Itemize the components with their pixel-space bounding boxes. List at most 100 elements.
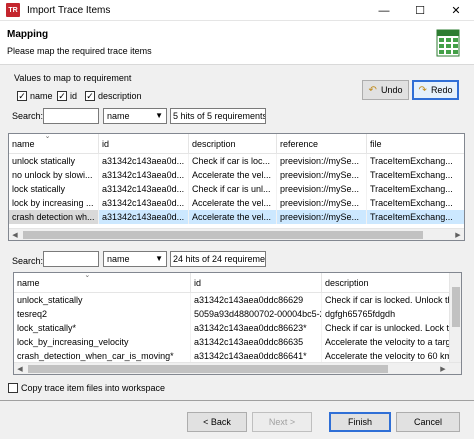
cell-reference: preevision://mySe... (277, 196, 367, 210)
cell-name: crash_detection_when_car_is_moving* (14, 349, 191, 363)
cell-name: unlock statically (9, 154, 99, 168)
table2-vertical-scrollbar[interactable] (449, 273, 461, 362)
footer-separator (0, 400, 474, 401)
spreadsheet-icon (436, 29, 460, 57)
search-input[interactable] (43, 108, 99, 124)
cell-description: Check if car is loc... (189, 154, 277, 168)
cell-reference: preevision://mySe... (277, 210, 367, 224)
cell-file: TraceItemExchang... (367, 168, 464, 182)
cell-file: TraceItemExchang... (367, 154, 464, 168)
column-header-description[interactable]: description (189, 134, 277, 154)
window-controls: — ☐ ✕ (366, 0, 474, 21)
cell-name: lock by increasing ... (9, 196, 99, 210)
description-checkbox-label: description (98, 91, 142, 101)
table-row[interactable]: lock_statically* a31342c143aea0ddc86623*… (14, 321, 451, 335)
table-row[interactable]: lock statically a31342c143aea0d... Check… (9, 182, 464, 196)
cell-id: a31342c143aea0d... (99, 154, 189, 168)
search-field-select[interactable]: name ▼ (103, 108, 167, 124)
copy-files-checkbox[interactable]: Copy trace item files into workspace (8, 383, 165, 393)
cell-name: lock_by_increasing_velocity (14, 335, 191, 349)
minimize-button[interactable]: — (366, 0, 402, 21)
undo-label: Undo (380, 85, 403, 95)
cell-id: a31342c143aea0ddc86635 (191, 335, 322, 349)
table-row[interactable]: no unlock by slowi... a31342c143aea0d...… (9, 168, 464, 182)
description-checkbox[interactable]: ✓ description (85, 91, 142, 101)
column-header-description[interactable]: description (322, 273, 451, 293)
table-body: unlock statically a31342c143aea0d... Che… (9, 154, 464, 224)
close-button[interactable]: ✕ (438, 0, 474, 21)
search-field-value-2: name (107, 254, 130, 264)
cell-description: Accelerate the velocity to a targe (322, 335, 451, 349)
column-header-reference[interactable]: reference (277, 134, 367, 154)
redo-icon: ↷ (418, 84, 427, 96)
cell-description: Accelerate the vel... (189, 196, 277, 210)
scroll-right-icon[interactable]: ▶ (452, 229, 464, 240)
check-icon: ✓ (57, 90, 67, 101)
scrollbar-thumb[interactable] (23, 231, 423, 239)
id-checkbox-label: id (70, 91, 78, 101)
chevron-down-icon: ▼ (155, 111, 163, 120)
column-header-file[interactable]: file (367, 134, 464, 154)
window-title: Import Trace Items (27, 4, 111, 16)
next-button[interactable]: Next > (252, 412, 312, 432)
search-hits-2: 24 hits of 24 requiremer (170, 251, 266, 267)
checkbox-box (8, 383, 18, 393)
wizard-header: Mapping Please map the required trace it… (0, 21, 474, 65)
scrollbar-thumb[interactable] (452, 287, 460, 327)
cell-id: a31342c143aea0d... (99, 168, 189, 182)
search-label-2: Search: (12, 256, 44, 266)
cell-description: Check if car is unlocked. Lock th (322, 321, 451, 335)
cell-reference: preevision://mySe... (277, 154, 367, 168)
search-field-value: name (107, 111, 130, 121)
cell-id: a31342c143aea0ddc86629 (191, 293, 322, 307)
search-field-select-2[interactable]: name ▼ (103, 251, 167, 267)
id-checkbox[interactable]: ✓ id (57, 91, 77, 101)
cell-description: Accelerate the vel... (189, 210, 277, 224)
page-title: Mapping (7, 29, 49, 40)
table-row-selected[interactable]: crash detection wh... a31342c143aea0d...… (9, 210, 464, 224)
cell-id: a31342c143aea0d... (99, 182, 189, 196)
table-row[interactable]: lock by increasing ... a31342c143aea0d..… (9, 196, 464, 210)
cell-reference: preevision://mySe... (277, 168, 367, 182)
cell-name: lock_statically* (14, 321, 191, 335)
cell-file: TraceItemExchang... (367, 196, 464, 210)
name-checkbox-label: name (30, 91, 53, 101)
table-row[interactable]: unlock_statically a31342c143aea0ddc86629… (14, 293, 451, 307)
title-bar: TR Import Trace Items — ☐ ✕ (0, 0, 474, 21)
trace-items-table[interactable]: ⌄ name id description reference file unlo… (8, 133, 465, 241)
cell-description: Accelerate the vel... (189, 168, 277, 182)
redo-button[interactable]: ↷ Redo (412, 80, 459, 100)
table-row[interactable]: unlock statically a31342c143aea0d... Che… (9, 154, 464, 168)
scroll-left-icon[interactable]: ◀ (14, 363, 26, 374)
requirements-table[interactable]: ⌄ name id description unlock_statically a… (13, 272, 462, 375)
column-header-id[interactable]: id (99, 134, 189, 154)
table-row[interactable]: tesreq2 5059a93d48800702-00004bc5-2 dgfg… (14, 307, 451, 321)
column-header-name[interactable]: ⌄ name (14, 273, 191, 293)
table-row[interactable]: lock_by_increasing_velocity a31342c143ae… (14, 335, 451, 349)
search-label: Search: (12, 111, 44, 121)
table2-horizontal-scrollbar[interactable]: ◀ ▶ (14, 362, 461, 374)
cell-id: a31342c143aea0d... (99, 196, 189, 210)
column-header-id[interactable]: id (191, 273, 322, 293)
maximize-button[interactable]: ☐ (402, 0, 438, 21)
cell-description: dgfgh65765fdgdh (322, 307, 451, 321)
page-subtitle: Please map the required trace items (7, 46, 152, 56)
table-row[interactable]: crash_detection_when_car_is_moving* a313… (14, 349, 451, 363)
cancel-button[interactable]: Cancel (396, 412, 460, 432)
column-header-name[interactable]: ⌄ name (9, 134, 99, 154)
back-button[interactable]: < Back (187, 412, 247, 432)
finish-button[interactable]: Finish (329, 412, 391, 432)
scroll-left-icon[interactable]: ◀ (9, 229, 21, 240)
sort-icon: ⌄ (84, 273, 91, 279)
undo-button[interactable]: ↶ Undo (362, 80, 409, 100)
cell-id: 5059a93d48800702-00004bc5-2 (191, 307, 322, 321)
search-input-2[interactable] (43, 251, 99, 267)
table1-horizontal-scrollbar[interactable]: ◀ ▶ (9, 228, 464, 240)
name-checkbox[interactable]: ✓ name (17, 91, 53, 101)
sort-icon: ⌄ (44, 134, 51, 140)
scrollbar-thumb[interactable] (28, 365, 388, 373)
cell-id: a31342c143aea0ddc86623* (191, 321, 322, 335)
cell-name: crash detection wh... (9, 210, 99, 224)
scroll-right-icon[interactable]: ▶ (437, 363, 449, 374)
search-hits: 5 hits of 5 requirements (170, 108, 266, 124)
